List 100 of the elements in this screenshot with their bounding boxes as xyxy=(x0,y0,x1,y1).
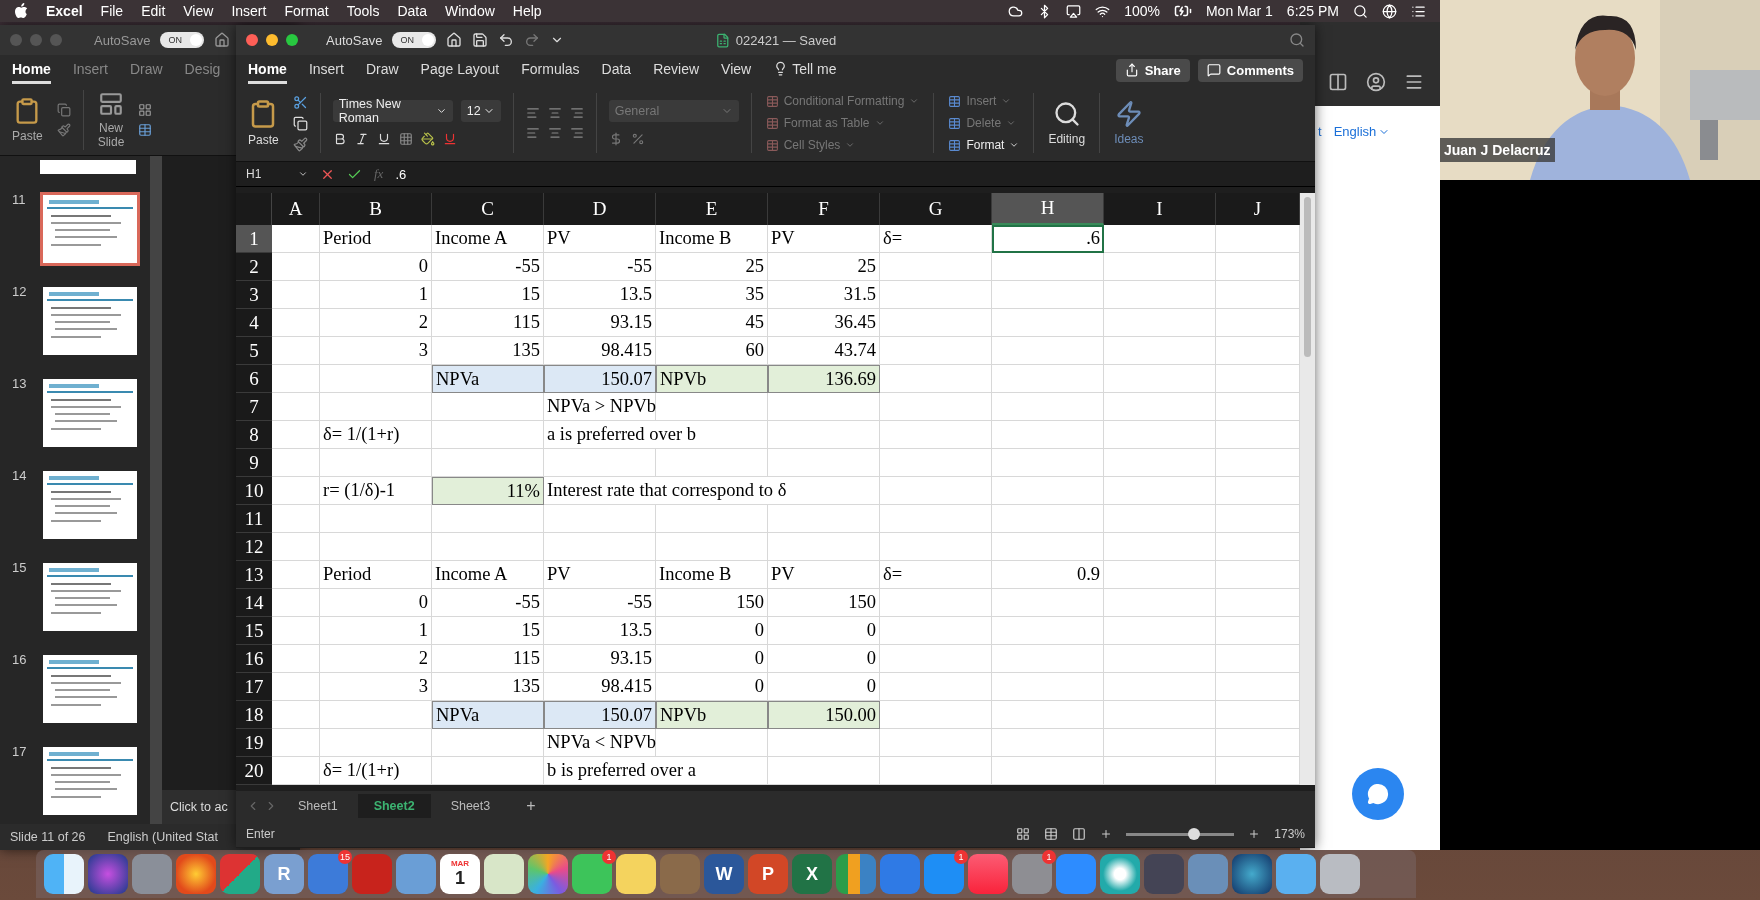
table-cell[interactable]: 15 xyxy=(432,281,544,309)
table-cell[interactable]: 13.5 xyxy=(544,617,656,645)
ribbon-tab[interactable]: Formulas xyxy=(521,56,580,84)
table-cell[interactable]: 2 xyxy=(320,309,432,337)
app-menu[interactable]: Excel xyxy=(46,3,83,19)
language-dropdown[interactable]: English xyxy=(1333,124,1391,139)
row-header[interactable]: 9 xyxy=(236,449,272,477)
table-cell[interactable]: 0 xyxy=(320,589,432,617)
ribbon-tab[interactable]: Data xyxy=(601,56,632,84)
table-cell[interactable]: Period xyxy=(320,225,432,253)
menu-item[interactable]: Window xyxy=(445,3,495,19)
row-header[interactable]: 20 xyxy=(236,757,272,785)
table-cell[interactable]: 150 xyxy=(656,589,768,617)
paste-button[interactable]: Paste xyxy=(10,95,45,145)
table-cell[interactable]: 60 xyxy=(656,337,768,365)
language-status[interactable]: English (United Stat xyxy=(107,830,218,844)
calendar-icon[interactable]: MAR 1 xyxy=(440,854,480,894)
formula-input[interactable]: .6 xyxy=(395,166,1305,182)
shaded-cell[interactable]: 150.07 xyxy=(544,701,656,729)
add-sheet-button[interactable]: + xyxy=(510,792,552,820)
name-box[interactable]: H1 xyxy=(246,167,308,181)
powerpoint-icon[interactable]: P xyxy=(748,854,788,894)
font-size-dropdown[interactable]: 12 xyxy=(460,100,501,122)
table-cell[interactable]: 43.74 xyxy=(768,337,880,365)
ribbon-tab[interactable]: Insert xyxy=(308,56,344,84)
column-header[interactable]: G xyxy=(880,193,992,225)
table-cell[interactable]: 0 xyxy=(768,673,880,701)
table-cell[interactable]: 98.415 xyxy=(544,337,656,365)
table-cell[interactable]: 93.15 xyxy=(544,309,656,337)
sheet-tab[interactable]: Sheet2 xyxy=(357,794,431,818)
shaded-cell[interactable]: 11% xyxy=(432,477,544,505)
table-cell[interactable]: Period xyxy=(320,561,432,589)
table-cell[interactable]: 1 xyxy=(320,617,432,645)
shaded-cell[interactable]: NPVa xyxy=(432,701,544,729)
editing-button[interactable]: Editing xyxy=(1046,98,1088,148)
menu-item[interactable]: Format xyxy=(284,3,329,19)
row-header[interactable]: 16 xyxy=(236,645,272,673)
row-header[interactable]: 14 xyxy=(236,589,272,617)
row-header[interactable]: 6 xyxy=(236,365,272,393)
shaded-cell[interactable]: 150.00 xyxy=(768,701,880,729)
new-slide-button[interactable]: New Slide xyxy=(95,89,127,151)
column-header[interactable]: A xyxy=(272,193,320,225)
shaded-cell[interactable]: NPVb xyxy=(656,701,768,729)
column-header[interactable]: H xyxy=(992,193,1104,225)
table-cell[interactable]: δ= 1/(1+r) xyxy=(320,757,432,785)
table-cell[interactable]: r= (1/δ)-1 xyxy=(320,477,432,505)
row-header[interactable]: 2 xyxy=(236,253,272,281)
table-cell[interactable]: 115 xyxy=(432,645,544,673)
row-header[interactable]: 12 xyxy=(236,533,272,561)
table-cell[interactable]: -55 xyxy=(432,253,544,281)
link[interactable]: t xyxy=(1318,124,1322,139)
excel-icon[interactable]: X xyxy=(792,854,832,894)
table-cell[interactable]: 0.9 xyxy=(992,561,1104,589)
table-cell[interactable]: .6 xyxy=(992,225,1104,253)
table-cell[interactable]: -55 xyxy=(544,589,656,617)
table-cell[interactable]: δ= 1/(1+r) xyxy=(320,421,432,449)
word-icon[interactable]: W xyxy=(704,854,744,894)
table-cell[interactable]: 0 xyxy=(656,645,768,673)
table-cell[interactable]: 36.45 xyxy=(768,309,880,337)
table-cell[interactable]: 0 xyxy=(768,645,880,673)
table-cell[interactable]: a is preferred over b xyxy=(544,421,768,449)
row-header[interactable]: 5 xyxy=(236,337,272,365)
table-cell[interactable]: 25 xyxy=(656,253,768,281)
share-button[interactable]: Share xyxy=(1115,58,1190,82)
table-cell[interactable]: 0 xyxy=(656,617,768,645)
column-header[interactable]: J xyxy=(1216,193,1300,225)
shaded-cell[interactable]: 150.07 xyxy=(544,365,656,393)
table-cell[interactable]: PV xyxy=(768,561,880,589)
shaded-cell[interactable]: NPVa xyxy=(432,365,544,393)
row-header[interactable]: 18 xyxy=(236,701,272,729)
ribbon-tab[interactable]: Insert xyxy=(72,56,108,84)
table-cell[interactable]: Income A xyxy=(432,561,544,589)
table-cell[interactable]: 45 xyxy=(656,309,768,337)
ribbon-tab[interactable]: Page Layout xyxy=(420,56,500,84)
column-header[interactable]: E xyxy=(656,193,768,225)
menu-item[interactable]: File xyxy=(100,3,124,19)
comments-button[interactable]: Comments xyxy=(1197,58,1303,82)
column-header[interactable]: C xyxy=(432,193,544,225)
table-cell[interactable]: 0 xyxy=(656,673,768,701)
table-cell[interactable]: 15 xyxy=(432,617,544,645)
menu-item[interactable]: Insert xyxy=(231,3,267,19)
table-cell[interactable]: PV xyxy=(544,225,656,253)
table-cell[interactable]: -55 xyxy=(432,589,544,617)
menu-item[interactable]: Tools xyxy=(346,3,380,19)
table-cell[interactable]: NPVa > NPVb xyxy=(544,393,656,421)
table-cell[interactable]: Income A xyxy=(432,225,544,253)
font-dropdown[interactable]: Times New Roman xyxy=(332,100,453,122)
ribbon-tab[interactable]: Draw xyxy=(129,56,163,84)
table-cell[interactable]: PV xyxy=(768,225,880,253)
table-cell[interactable]: NPVa < NPVb xyxy=(544,729,656,757)
menu-item[interactable]: View xyxy=(183,3,214,19)
row-header[interactable]: 17 xyxy=(236,673,272,701)
table-cell[interactable]: 93.15 xyxy=(544,645,656,673)
menu-item[interactable]: Help xyxy=(512,3,542,19)
table-cell[interactable]: 1 xyxy=(320,281,432,309)
row-header[interactable]: 8 xyxy=(236,421,272,449)
shaded-cell[interactable]: NPVb xyxy=(656,365,768,393)
table-cell[interactable]: δ= xyxy=(880,225,992,253)
row-header[interactable]: 7 xyxy=(236,393,272,421)
column-header[interactable]: B xyxy=(320,193,432,225)
